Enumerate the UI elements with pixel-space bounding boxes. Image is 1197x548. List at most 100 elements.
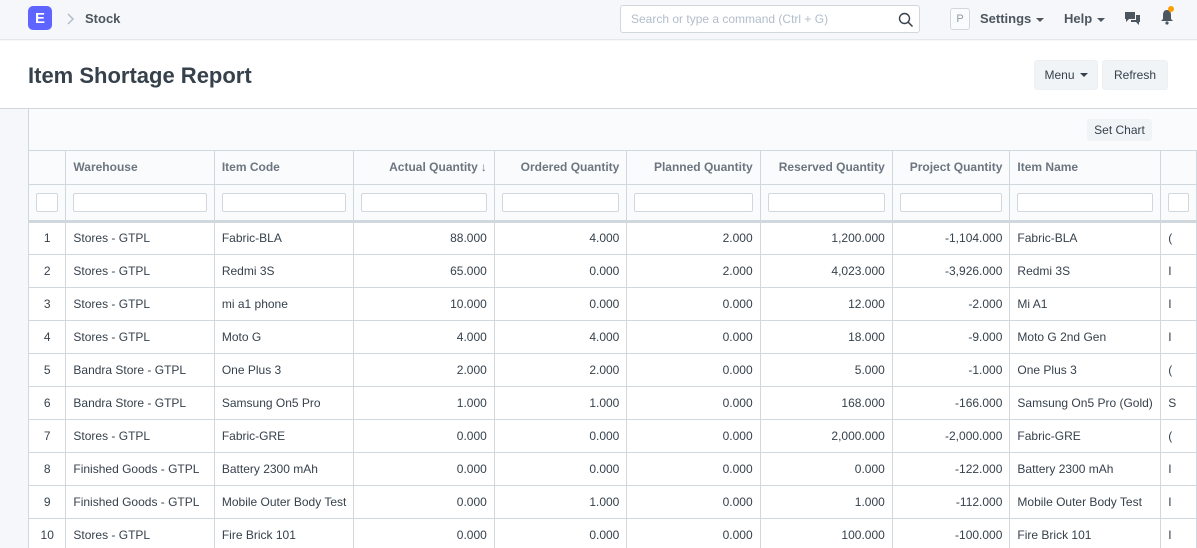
cell-extra[interactable]: I [1160,254,1197,288]
cell-extra[interactable]: I [1160,518,1197,548]
table-row[interactable]: 1 Stores - GTPL Fabric-BLA 88.000 4.000 2.000… [29,221,1197,255]
table-row[interactable]: 9 Finished Goods - GTPL Mobile Outer Body … [29,485,1197,519]
cell-warehouse[interactable]: Finished Goods - GTPL [65,452,215,486]
cell-actual[interactable]: 2.000 [353,353,495,387]
cell-idx[interactable]: 1 [29,221,67,255]
cell-item-code[interactable]: Mobile Outer Body Test [214,485,355,519]
cell-planned[interactable]: 0.000 [626,287,761,321]
cell-projected[interactable]: -1.000 [892,353,1011,387]
cell-ordered[interactable]: 0.000 [494,518,628,548]
cell-item-code[interactable]: Redmi 3S [214,254,355,288]
col-project-quantity[interactable]: Project Quantity [892,151,1011,185]
cell-item-name[interactable]: Samsung On5 Pro (Gold) [1009,386,1162,420]
cell-warehouse[interactable]: Stores - GTPL [65,287,215,321]
filter-actual-quantity-input[interactable] [361,192,487,212]
cell-warehouse[interactable]: Finished Goods - GTPL [65,485,215,519]
cell-reserved[interactable]: 2,000.000 [760,419,893,453]
cell-ordered[interactable]: 2.000 [494,353,628,387]
cell-planned[interactable]: 0.000 [626,452,761,486]
cell-planned[interactable]: 0.000 [626,353,761,387]
filter-item-code-input[interactable] [221,192,347,212]
cell-ordered[interactable]: 1.000 [494,485,628,519]
cell-item-name[interactable]: One Plus 3 [1009,353,1162,387]
cell-item-name[interactable]: Mi A1 [1009,287,1162,321]
cell-item-code[interactable]: mi a1 phone [214,287,355,321]
cell-planned[interactable]: 0.000 [626,320,761,354]
chat-icon[interactable] [1124,10,1141,26]
search-box[interactable] [620,5,920,33]
cell-extra[interactable]: I [1160,320,1197,354]
cell-extra[interactable]: ( [1160,419,1197,453]
cell-item-name[interactable]: Fire Brick 101 [1009,518,1162,548]
filter-reserved-quantity-input[interactable] [767,192,885,212]
col-reserved-quantity[interactable]: Reserved Quantity [760,151,893,185]
cell-projected[interactable]: -122.000 [892,452,1011,486]
cell-idx[interactable]: 9 [29,485,67,519]
cell-actual[interactable]: 10.000 [353,287,495,321]
table-row[interactable]: 6 Bandra Store - GTPL Samsung On5 Pro 1.000… [29,386,1197,420]
cell-projected[interactable]: -2.000 [892,287,1011,321]
help-dropdown[interactable]: Help [1064,11,1106,26]
cell-reserved[interactable]: 1,200.000 [760,221,893,255]
cell-reserved[interactable]: 12.000 [760,287,893,321]
cell-item-name[interactable]: Fabric-GRE [1009,419,1162,453]
cell-ordered[interactable]: 0.000 [494,452,628,486]
cell-reserved[interactable]: 5.000 [760,353,893,387]
cell-projected[interactable]: -3,926.000 [892,254,1011,288]
cell-item-name[interactable]: Moto G 2nd Gen [1009,320,1162,354]
cell-warehouse[interactable]: Stores - GTPL [65,518,215,548]
breadcrumb-stock[interactable]: Stock [85,11,120,26]
col-warehouse[interactable]: Warehouse [65,151,215,185]
cell-extra[interactable]: I [1160,485,1197,519]
cell-warehouse[interactable]: Bandra Store - GTPL [65,353,215,387]
cell-reserved[interactable]: 0.000 [760,452,893,486]
cell-actual[interactable]: 0.000 [353,518,495,548]
filter-warehouse-input[interactable] [73,192,207,212]
cell-item-name[interactable]: Battery 2300 mAh [1009,452,1162,486]
cell-actual[interactable]: 4.000 [353,320,495,354]
cell-reserved[interactable]: 4,023.000 [760,254,893,288]
cell-projected[interactable]: -112.000 [892,485,1011,519]
table-row[interactable]: 7 Stores - GTPL Fabric-GRE 0.000 0.000 0.000 2… [29,419,1197,453]
cell-reserved[interactable]: 168.000 [760,386,893,420]
search-icon[interactable] [898,12,914,28]
cell-reserved[interactable]: 100.000 [760,518,893,548]
cell-warehouse[interactable]: Stores - GTPL [65,320,215,354]
cell-idx[interactable]: 2 [29,254,67,288]
cell-idx[interactable]: 5 [29,353,67,387]
cell-ordered[interactable]: 0.000 [494,254,628,288]
cell-planned[interactable]: 2.000 [626,254,761,288]
cell-warehouse[interactable]: Bandra Store - GTPL [65,386,215,420]
filter-index-input[interactable] [36,192,59,212]
cell-extra[interactable]: I [1160,452,1197,486]
cell-extra[interactable]: ( [1160,221,1197,255]
cell-item-code[interactable]: Fabric-GRE [214,419,355,453]
cell-reserved[interactable]: 18.000 [760,320,893,354]
filter-item-name-input[interactable] [1017,192,1154,212]
cell-actual[interactable]: 0.000 [353,419,495,453]
cell-projected[interactable]: -2,000.000 [892,419,1011,453]
cell-actual[interactable]: 1.000 [353,386,495,420]
table-row[interactable]: 3 Stores - GTPL mi a1 phone 10.000 0.000 0.00… [29,287,1197,321]
menu-button[interactable]: Menu [1034,60,1098,90]
cell-actual[interactable]: 65.000 [353,254,495,288]
cell-ordered[interactable]: 1.000 [494,386,628,420]
cell-item-code[interactable]: Samsung On5 Pro [214,386,355,420]
col-extra[interactable] [1160,151,1197,185]
table-row[interactable]: 8 Finished Goods - GTPL Battery 2300 mAh 0.… [29,452,1197,486]
table-row[interactable]: 4 Stores - GTPL Moto G 4.000 4.000 0.000 18.00… [29,320,1197,354]
cell-projected[interactable]: -100.000 [892,518,1011,548]
cell-item-code[interactable]: Battery 2300 mAh [214,452,355,486]
cell-idx[interactable]: 8 [29,452,67,486]
filter-planned-quantity-input[interactable] [634,192,753,212]
cell-item-name[interactable]: Mobile Outer Body Test [1009,485,1162,519]
app-logo[interactable]: E [28,6,52,30]
filter-extra-input[interactable] [1168,192,1189,212]
cell-projected[interactable]: -1,104.000 [892,221,1011,255]
table-row[interactable]: 2 Stores - GTPL Redmi 3S 65.000 0.000 2.000 4,… [29,254,1197,288]
cell-projected[interactable]: -9.000 [892,320,1011,354]
set-chart-button[interactable]: Set Chart [1087,119,1152,141]
cell-extra[interactable]: ( [1160,353,1197,387]
cell-idx[interactable]: 10 [29,518,67,548]
filter-project-quantity-input[interactable] [899,192,1003,212]
